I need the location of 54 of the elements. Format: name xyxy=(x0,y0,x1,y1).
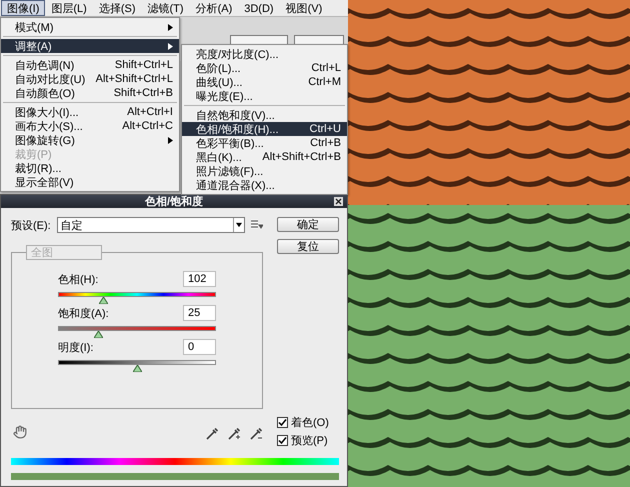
hand-icon[interactable] xyxy=(13,425,27,439)
menu-item[interactable]: 自动对比度(U) Alt+Shift+Ctrl+L xyxy=(1,72,179,86)
menu-item[interactable]: 黑白(K)... Alt+Shift+Ctrl+B xyxy=(182,150,347,164)
eyedropper-minus-icon[interactable] xyxy=(249,427,263,441)
dialog-title: 色相/饱和度 xyxy=(1,195,347,208)
menu-title[interactable]: 视图(V) xyxy=(280,0,328,16)
dialog-button[interactable]: 复位 xyxy=(277,239,339,254)
menu-item[interactable]: 显示全部(V) xyxy=(1,175,179,189)
submenu-arrow-icon xyxy=(168,136,173,144)
menu-item[interactable]: 调整(A) xyxy=(1,39,179,53)
menu-item[interactable]: 图像旋转(G) xyxy=(1,133,179,147)
close-icon[interactable] xyxy=(334,197,343,206)
menu-title[interactable]: 图层(L) xyxy=(45,0,93,16)
menu-item[interactable]: 自然饱和度(V)... xyxy=(182,108,347,122)
dialog-button[interactable]: 确定 xyxy=(277,217,339,232)
preset-select[interactable]: 自定 xyxy=(56,217,245,233)
menu-title[interactable]: 3D(D) xyxy=(238,0,280,16)
preset-label: 预设(E): xyxy=(11,218,51,232)
menu-title[interactable]: 分析(A) xyxy=(190,0,238,16)
menu-item[interactable]: 图像大小(I)... Alt+Ctrl+I xyxy=(1,105,179,119)
caret-icon xyxy=(233,218,244,232)
submenu-arrow-icon xyxy=(168,42,173,50)
checkbox-label: 预览(P) xyxy=(291,434,328,448)
menu-item[interactable]: 亮度/对比度(C)... xyxy=(182,47,347,61)
slider-label: 明度(I): xyxy=(58,340,94,354)
submenu-arrow-icon xyxy=(168,24,173,30)
menu-item[interactable]: 照片滤镜(F)... xyxy=(182,164,347,178)
value-field[interactable]: 102 xyxy=(183,271,216,287)
eyedropper-plus-icon[interactable] xyxy=(227,427,241,441)
menu-item[interactable]: 通道混合器(X)... xyxy=(182,178,347,192)
menu-item[interactable]: 画布大小(S)... Alt+Ctrl+C xyxy=(1,119,179,133)
toolbar-button[interactable] xyxy=(294,35,344,44)
toolbar-button[interactable] xyxy=(230,35,288,44)
eyedropper-icon[interactable] xyxy=(205,427,219,441)
checkbox[interactable] xyxy=(277,435,288,446)
menu-item[interactable]: 色彩平衡(B)... Ctrl+B xyxy=(182,136,347,150)
menu-item[interactable]: 色相/饱和度(H)... Ctrl+U xyxy=(182,122,347,136)
menu-title[interactable]: 选择(S) xyxy=(92,0,142,16)
menu-icon[interactable] xyxy=(251,220,263,230)
menu-item[interactable]: 自动色调(N) Shift+Ctrl+L xyxy=(1,58,179,72)
value-field[interactable]: 25 xyxy=(183,305,216,321)
menu-title[interactable]: 图像(I) xyxy=(1,0,46,16)
menu-item[interactable]: 曝光度(E)... xyxy=(182,89,347,103)
menu-item[interactable]: 模式(M) xyxy=(1,20,179,34)
value-field[interactable]: 0 xyxy=(183,339,216,355)
checkbox-label: 着色(O) xyxy=(291,416,329,430)
checkbox[interactable] xyxy=(277,417,288,428)
menu-item[interactable]: 裁切(R)... xyxy=(1,161,179,175)
slider-label: 饱和度(A): xyxy=(58,306,109,320)
slider-label: 色相(H): xyxy=(58,272,98,286)
menu-item[interactable]: 色阶(L)... Ctrl+L xyxy=(182,61,347,75)
menu-item[interactable]: 曲线(U)... Ctrl+M xyxy=(182,75,347,89)
menu-item[interactable]: 自动颜色(O) Shift+Ctrl+B xyxy=(1,86,179,100)
menu-title[interactable]: 滤镜(T) xyxy=(142,0,190,16)
